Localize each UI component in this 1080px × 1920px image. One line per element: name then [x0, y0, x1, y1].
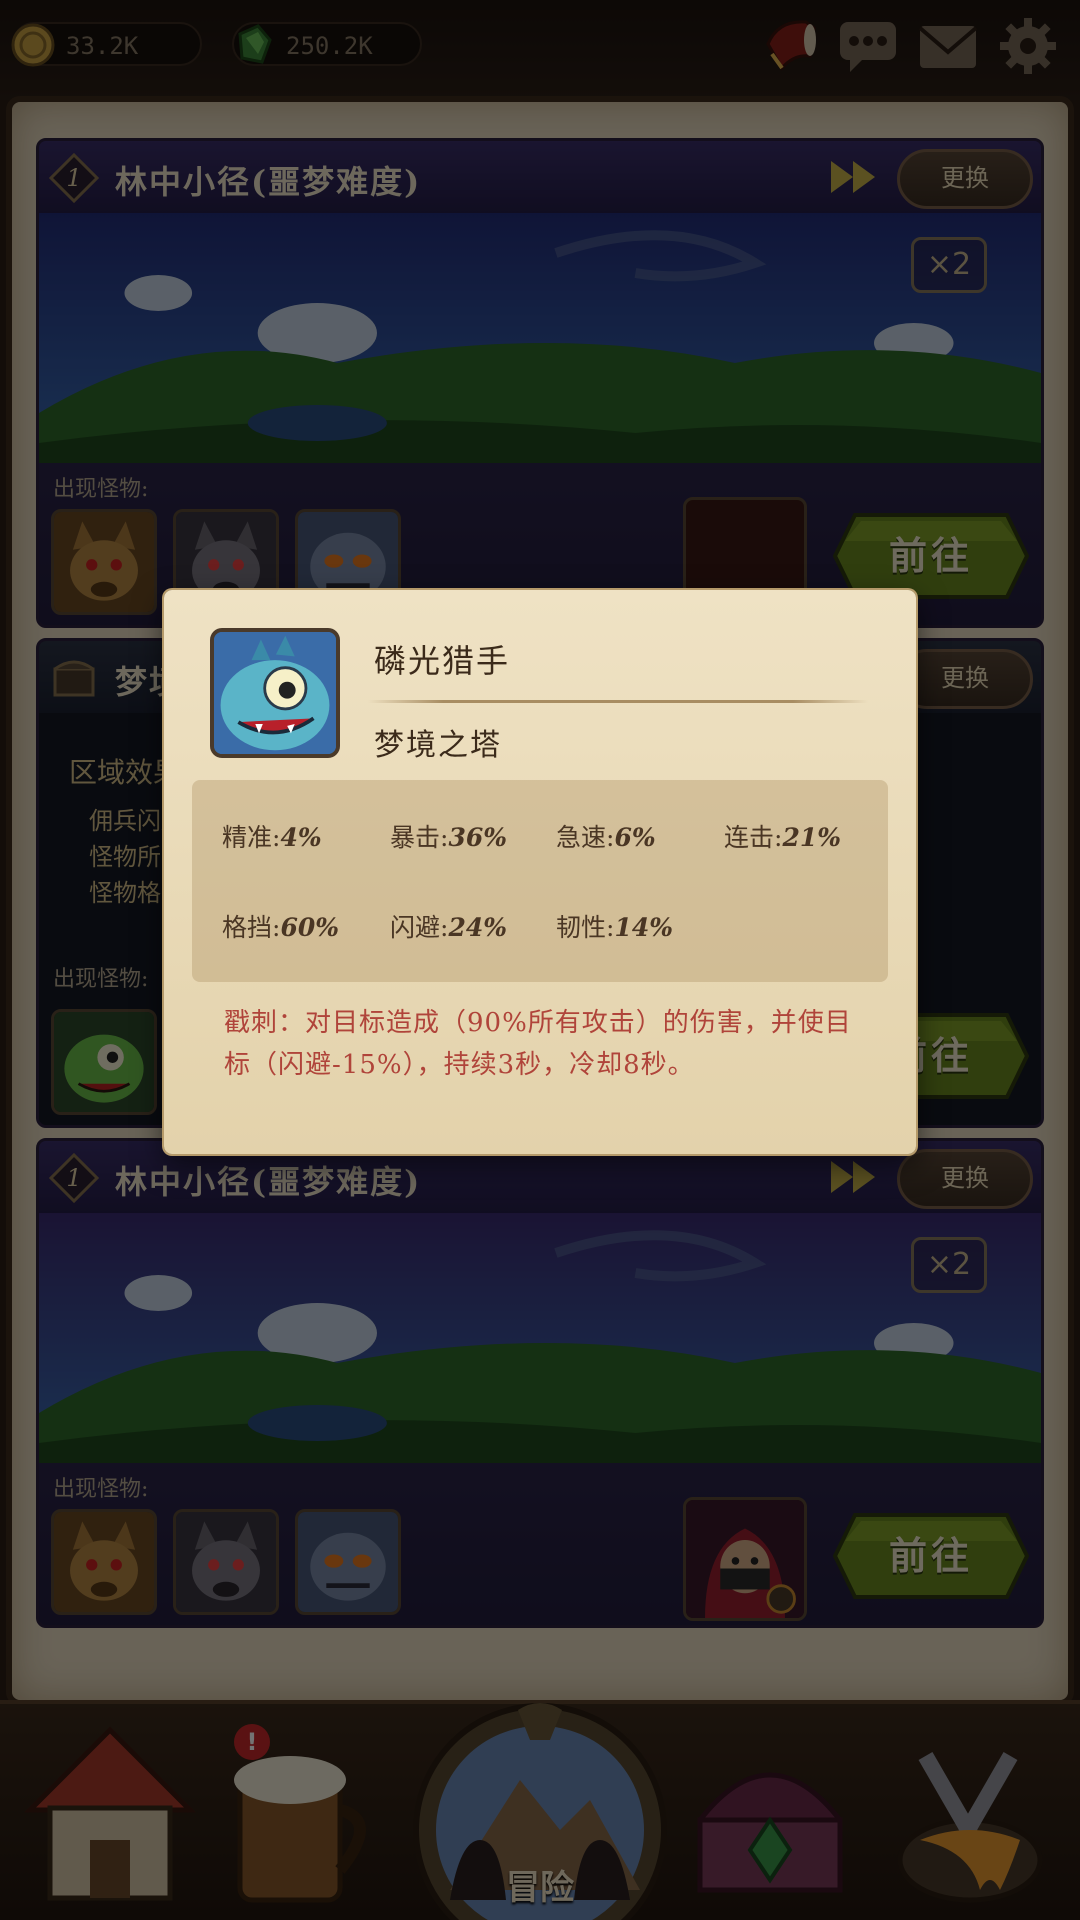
- reward-multiplier-badge: ×2: [911, 1237, 987, 1293]
- stat-toughness: 韧性:14%: [556, 913, 673, 942]
- skill-description: 戳刺：对目标造成（90%所有攻击）的伤害，并使目标（闪避-15%），持续3秒，冷…: [224, 1008, 852, 1080]
- fast-forward-icon[interactable]: [829, 157, 881, 197]
- go-button-label: 前往: [888, 533, 973, 578]
- name-divider: [368, 700, 868, 703]
- zone-effect-item: 怪物所: [89, 843, 161, 871]
- gem-counter[interactable]: 250.2K: [232, 22, 422, 66]
- level-card[interactable]: 1 林中小径(噩梦难度) 更换 ×2 出现怪物: 前往: [36, 138, 1044, 628]
- tower-chest-icon: [53, 660, 95, 697]
- monster-list-label: 出现怪物:: [53, 477, 149, 502]
- stat-haste: 急速:6%: [556, 823, 656, 852]
- level-title: 林中小径(噩梦难度): [115, 1163, 422, 1201]
- zone-effect-item: 怪物格: [89, 879, 161, 907]
- gold-counter[interactable]: 33.2K: [11, 22, 202, 67]
- monster-portrait-gray-wolf[interactable]: [173, 1509, 279, 1615]
- monster-portrait-wolf[interactable]: [51, 1509, 157, 1615]
- monster-portrait-green[interactable]: [51, 1009, 157, 1115]
- mail-icon[interactable]: [916, 14, 980, 78]
- monster-list-label: 出现怪物:: [53, 967, 149, 992]
- green-gem-icon: [238, 24, 272, 64]
- forest-path-scene: [39, 213, 1041, 463]
- monster-avatar: [210, 628, 340, 758]
- top-bar: 33.2K 250.2K: [0, 0, 1080, 100]
- forge-anvil-icon[interactable]: [880, 1720, 1060, 1910]
- gold-value: 33.2K: [66, 32, 139, 60]
- gold-coin-icon: [11, 23, 55, 67]
- level-card[interactable]: 1 林中小径(噩梦难度) 更换 ×2 出现怪物: 前往: [36, 1138, 1044, 1628]
- swap-button[interactable]: 更换: [897, 149, 1033, 209]
- monster-list-label: 出现怪物:: [53, 1477, 149, 1502]
- tavern-mug-icon[interactable]: !: [210, 1720, 390, 1910]
- level-number: 1: [66, 164, 82, 192]
- stat-combo: 连击:21%: [724, 823, 841, 852]
- go-button-label: 前往: [888, 1533, 973, 1578]
- treasure-chest-icon[interactable]: [680, 1720, 860, 1910]
- stat-dodge: 闪避:24%: [390, 913, 507, 942]
- monster-portrait-beast[interactable]: [295, 1509, 401, 1615]
- gem-value: 250.2K: [286, 32, 373, 60]
- forest-path-scene: [39, 1213, 1041, 1463]
- settings-icon[interactable]: [996, 14, 1060, 78]
- level-title: 林中小径(噩梦难度): [115, 163, 422, 201]
- stat-crit: 暴击:36%: [390, 823, 507, 852]
- stat-block: 格挡:60%: [222, 913, 339, 942]
- level-number: 1: [66, 1164, 82, 1192]
- reward-multiplier-badge: ×2: [911, 237, 987, 293]
- adventure-label: 冒险: [506, 1868, 574, 1908]
- monster-portrait-wolf[interactable]: [51, 509, 157, 615]
- horn-icon[interactable]: [758, 14, 822, 78]
- hero-portrait-ninja[interactable]: [683, 1497, 807, 1621]
- swap-button[interactable]: 更换: [897, 649, 1033, 709]
- monster-info-popup: 磷光猎手 梦境之塔 精准:4% 暴击:36% 急速:6% 连击:21% 格挡:6…: [164, 590, 916, 1154]
- swap-button[interactable]: 更换: [897, 1149, 1033, 1209]
- stat-accuracy: 精准:4%: [222, 823, 322, 852]
- fast-forward-icon[interactable]: [829, 1157, 881, 1197]
- chat-icon[interactable]: [836, 14, 900, 78]
- stats-panel: 精准:4% 暴击:36% 急速:6% 连击:21% 格挡:60% 闪避:24% …: [192, 780, 888, 982]
- monster-origin: 梦境之塔: [374, 728, 502, 763]
- monster-name: 磷光猎手: [374, 642, 511, 680]
- town-house-icon[interactable]: [20, 1720, 200, 1910]
- svg-text:!: !: [247, 1728, 258, 1756]
